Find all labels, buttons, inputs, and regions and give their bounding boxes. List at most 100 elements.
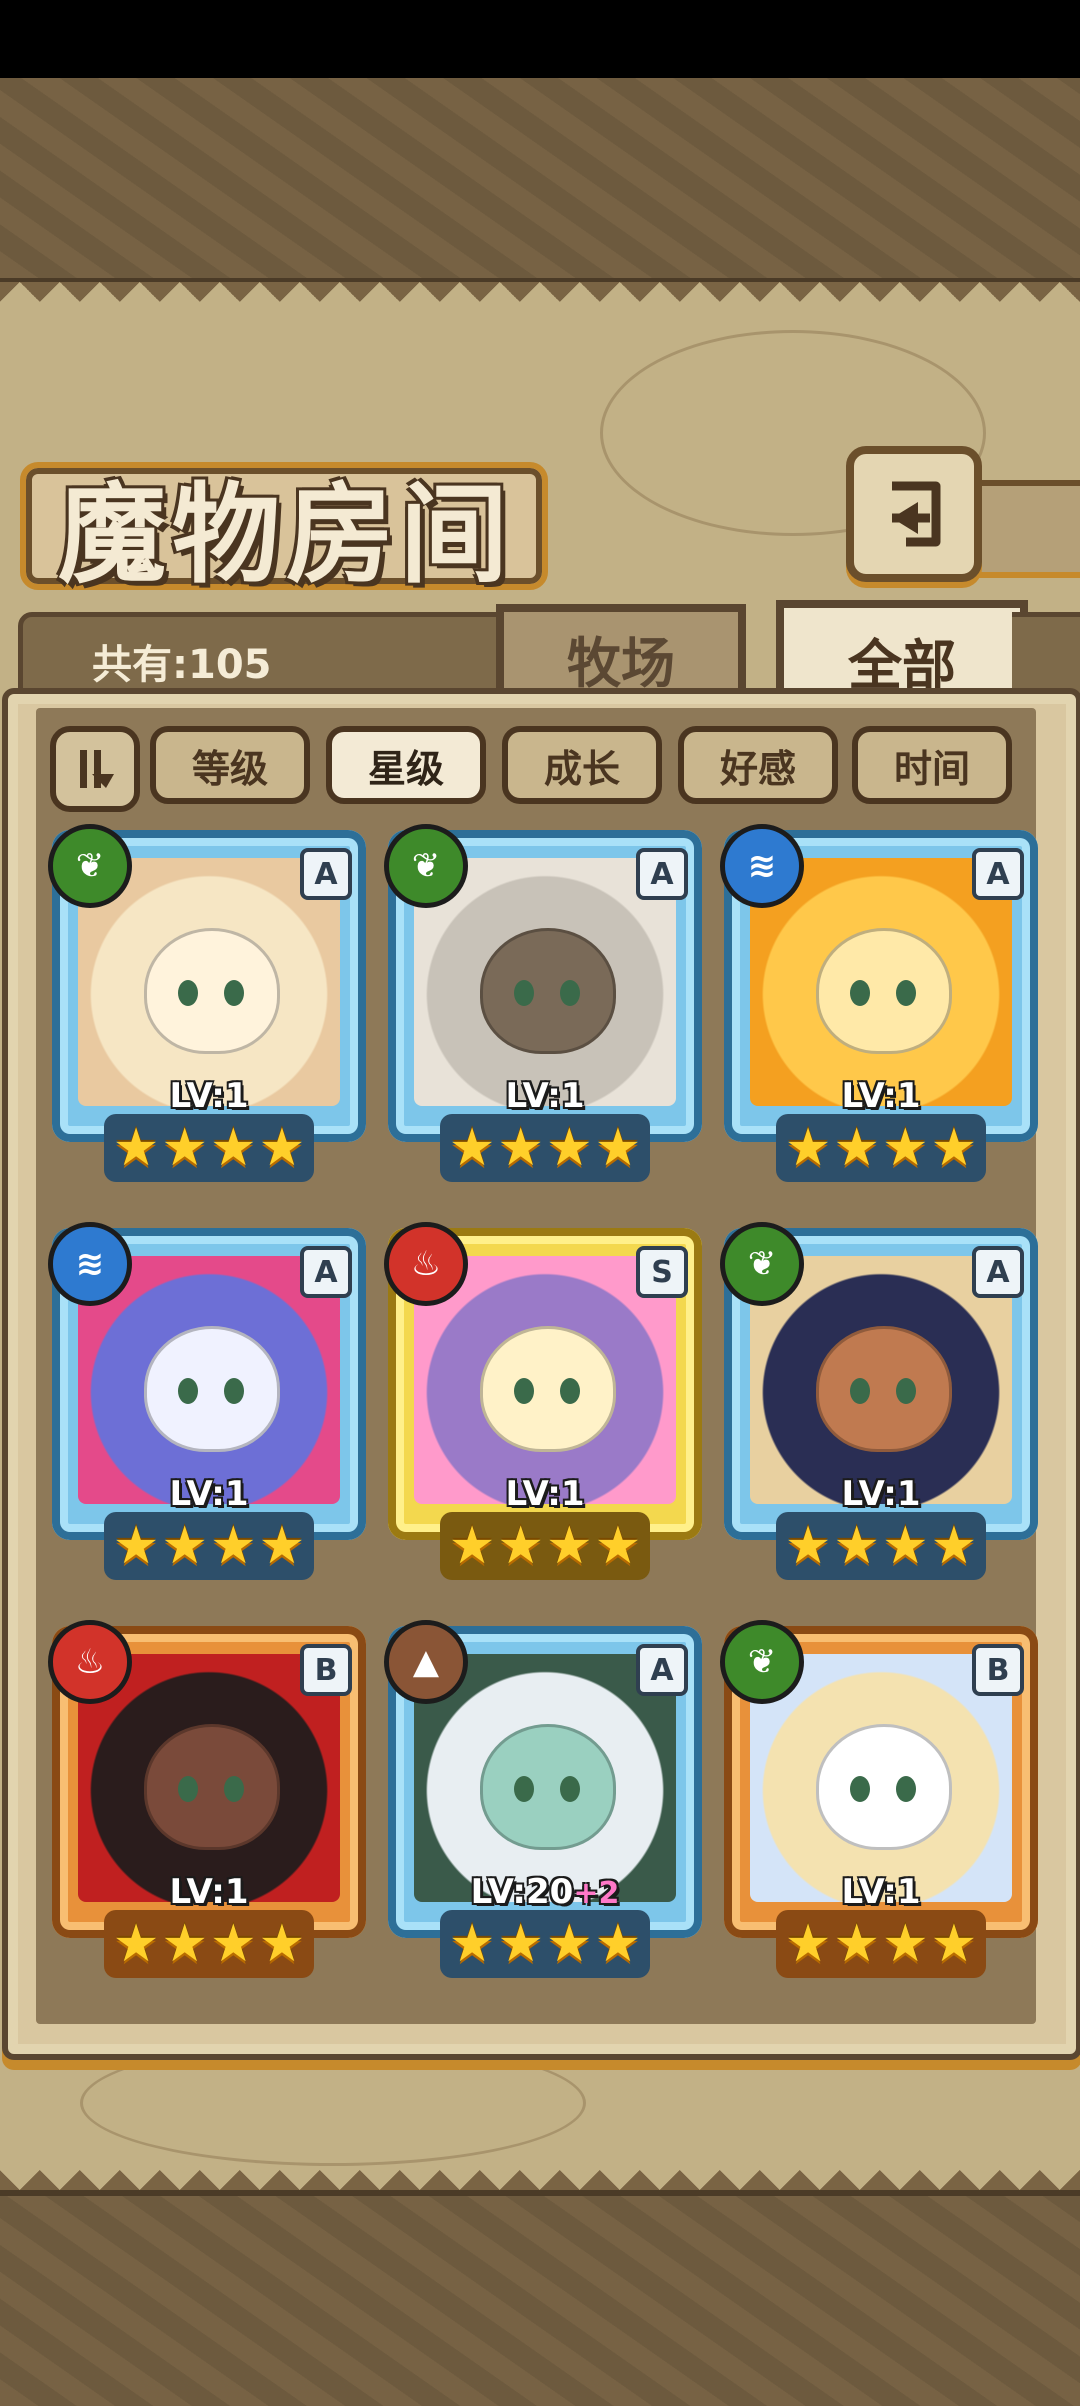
star-icon: ★ [882, 1516, 929, 1576]
zigzag-border-bottom [0, 2150, 1080, 2190]
fire-element-icon: ♨ [48, 1620, 132, 1704]
grass-element-icon: ❦ [720, 1620, 804, 1704]
monster-card[interactable]: ≋ A LV:1 ★ ★ ★ ★ [720, 824, 1038, 1186]
monster-card[interactable]: ≋ A LV:1 ★ ★ ★ ★ [48, 1222, 366, 1584]
star-icon: ★ [161, 1914, 208, 1974]
star-icon: ★ [546, 1516, 593, 1576]
level-label: LV:1 [52, 1076, 366, 1116]
rank-badge: A [636, 848, 688, 900]
star-icon: ★ [594, 1914, 642, 1974]
level-value: LV:1 [841, 1474, 921, 1514]
star-icon: ★ [784, 1914, 832, 1974]
star-icon: ★ [210, 1914, 257, 1974]
zigzag-border-top [0, 282, 1080, 322]
star-icon: ★ [161, 1118, 208, 1178]
star-rating: ★ ★ ★ ★ [440, 1114, 650, 1182]
rank-badge: A [300, 848, 352, 900]
star-icon: ★ [258, 1914, 306, 1974]
star-icon: ★ [882, 1914, 929, 1974]
grass-element-icon: ❦ [720, 1222, 804, 1306]
star-icon: ★ [497, 1914, 544, 1974]
map-background-bottom [0, 2190, 1080, 2406]
level-value: LV:1 [505, 1076, 585, 1116]
star-icon: ★ [784, 1516, 832, 1576]
rank-badge: A [300, 1246, 352, 1298]
star-rating: ★ ★ ★ ★ [776, 1910, 986, 1978]
star-icon: ★ [784, 1118, 832, 1178]
star-rating: ★ ★ ★ ★ [440, 1910, 650, 1978]
level-label: LV:1 [724, 1474, 1038, 1514]
star-icon: ★ [258, 1516, 306, 1576]
grass-element-icon: ❦ [48, 824, 132, 908]
level-value: LV:1 [169, 1474, 249, 1514]
monster-card[interactable]: ❦ B LV:1 ★ ★ ★ ★ [720, 1620, 1038, 1982]
rank-badge: S [636, 1246, 688, 1298]
back-bar [966, 480, 1080, 578]
page-title: 魔物房间 [58, 472, 515, 598]
filter-growth-button[interactable]: 成长 [502, 726, 662, 804]
star-icon: ★ [448, 1516, 496, 1576]
rank-badge: A [972, 848, 1024, 900]
star-icon: ★ [546, 1914, 593, 1974]
sort-order-icon [80, 750, 114, 788]
status-bar [0, 0, 1080, 78]
fire-element-icon: ♨ [384, 1222, 468, 1306]
map-background-top [0, 78, 1080, 284]
star-icon: ★ [930, 1516, 978, 1576]
star-rating: ★ ★ ★ ★ [104, 1910, 314, 1978]
monster-card[interactable]: ❦ A LV:1 ★ ★ ★ ★ [384, 824, 702, 1186]
level-label: LV:1 [724, 1076, 1038, 1116]
level-label: LV:1 [388, 1076, 702, 1116]
star-rating: ★ ★ ★ ★ [776, 1512, 986, 1580]
sort-order-toggle[interactable] [50, 726, 140, 812]
back-button[interactable] [846, 446, 982, 582]
map-decoration [80, 2040, 586, 2166]
rank-badge: A [972, 1246, 1024, 1298]
star-icon: ★ [882, 1118, 929, 1178]
monster-card[interactable]: ❦ A LV:1 ★ ★ ★ ★ [48, 824, 366, 1186]
star-rating: ★ ★ ★ ★ [776, 1114, 986, 1182]
grass-element-icon: ❦ [384, 824, 468, 908]
star-icon: ★ [497, 1118, 544, 1178]
level-value: LV:1 [169, 1076, 249, 1116]
star-icon: ★ [546, 1118, 593, 1178]
star-icon: ★ [594, 1118, 642, 1178]
level-bonus: +2 [573, 1876, 620, 1911]
monster-card[interactable]: ▲ A LV:20+2 ★ ★ ★ ★ [384, 1620, 702, 1982]
filter-time-button[interactable]: 时间 [852, 726, 1012, 804]
level-label: LV:20+2 [388, 1872, 702, 1912]
level-value: LV:1 [841, 1872, 921, 1912]
filter-star-button[interactable]: 星级 [326, 726, 486, 804]
level-label: LV:1 [52, 1872, 366, 1912]
star-icon: ★ [210, 1118, 257, 1178]
monster-card[interactable]: ❦ A LV:1 ★ ★ ★ ★ [720, 1222, 1038, 1584]
star-icon: ★ [833, 1516, 880, 1576]
water-element-icon: ≋ [720, 824, 804, 908]
filter-level-button[interactable]: 等级 [150, 726, 310, 804]
level-label: LV:1 [388, 1474, 702, 1514]
star-icon: ★ [258, 1118, 306, 1178]
rank-badge: A [636, 1644, 688, 1696]
star-icon: ★ [210, 1516, 257, 1576]
star-icon: ★ [112, 1516, 160, 1576]
level-value: LV:1 [169, 1872, 249, 1912]
earth-element-icon: ▲ [384, 1620, 468, 1704]
level-label: LV:1 [724, 1872, 1038, 1912]
water-element-icon: ≋ [48, 1222, 132, 1306]
monster-count: 共有:105 [92, 642, 272, 688]
star-icon: ★ [497, 1516, 544, 1576]
level-label: LV:1 [52, 1474, 366, 1514]
filter-affection-button[interactable]: 好感 [678, 726, 838, 804]
star-icon: ★ [833, 1914, 880, 1974]
tab-ranch[interactable]: 牧场 [496, 604, 746, 704]
level-value: LV:1 [841, 1076, 921, 1116]
level-value: LV:20 [470, 1872, 574, 1912]
rank-badge: B [300, 1644, 352, 1696]
monster-card[interactable]: ♨ B LV:1 ★ ★ ★ ★ [48, 1620, 366, 1982]
monster-card[interactable]: ♨ S LV:1 ★ ★ ★ ★ [384, 1222, 702, 1584]
level-value: LV:1 [505, 1474, 585, 1514]
tab-bar-end [1012, 612, 1080, 704]
star-icon: ★ [112, 1914, 160, 1974]
return-arrow-icon [892, 481, 941, 547]
star-icon: ★ [594, 1516, 642, 1576]
